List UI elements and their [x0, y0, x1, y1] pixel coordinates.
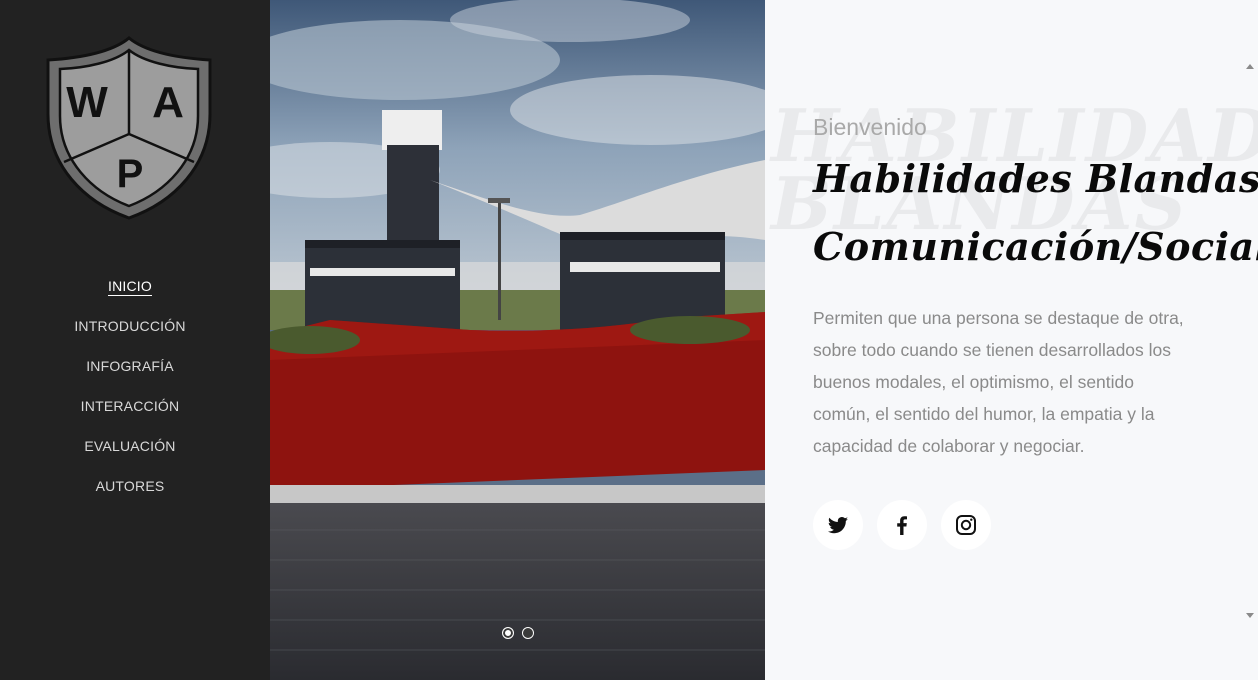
- nav-item-inicio: INICIO: [0, 270, 260, 310]
- nav-item-introduccion: INTRODUCCIÓN: [0, 310, 260, 350]
- page-title-line-2: Comunicación/Social: [813, 224, 1258, 269]
- twitter-icon: [827, 517, 848, 534]
- nav-item-autores: AUTORES: [0, 470, 260, 510]
- hero-content: HABILIDADES BLANDAS Bienvenido Habilidad…: [765, 0, 1258, 680]
- hero-description: Permiten que una persona se destaque de …: [813, 307, 1184, 456]
- slider-dots: [270, 627, 765, 639]
- instagram-button[interactable]: [941, 500, 991, 550]
- welcome-text: Bienvenido: [813, 114, 927, 140]
- nav-link-evaluacion[interactable]: EVALUACIÓN: [84, 430, 175, 462]
- scrollbar[interactable]: [1242, 58, 1258, 624]
- slider-dot-2[interactable]: [521, 627, 534, 639]
- nav-link-interaccion[interactable]: INTERACCIÓN: [81, 390, 180, 422]
- main-nav: INICIO INTRODUCCIÓN INFOGRAFÍA INTERACCI…: [0, 270, 260, 510]
- nav-item-evaluacion: EVALUACIÓN: [0, 430, 260, 470]
- logo-letter-a: A: [152, 78, 184, 127]
- scroll-down-arrow-icon[interactable]: [1246, 613, 1254, 618]
- slider-dot-1[interactable]: [501, 627, 514, 639]
- nav-link-autores[interactable]: AUTORES: [96, 470, 165, 502]
- nav-item-interaccion: INTERACCIÓN: [0, 390, 260, 430]
- page: W A P INICIO INTRODUCCIÓN INFOGRAFÍA INT…: [0, 0, 1258, 680]
- hero-photo: [270, 0, 765, 680]
- nav-link-introduccion[interactable]: INTRODUCCIÓN: [74, 310, 185, 342]
- nav-item-infografia: INFOGRAFÍA: [0, 350, 260, 390]
- twitter-button[interactable]: [813, 500, 863, 550]
- nav-link-inicio[interactable]: INICIO: [108, 270, 152, 302]
- logo-letter-w: W: [66, 78, 108, 127]
- instagram-icon: [956, 515, 976, 535]
- logo-letter-p: P: [117, 152, 144, 196]
- nav-link-infografia[interactable]: INFOGRAFÍA: [86, 350, 174, 382]
- shield-logo-graphic: W A P: [46, 36, 212, 220]
- hero-slider: [270, 0, 765, 680]
- sidebar: W A P INICIO INTRODUCCIÓN INFOGRAFÍA INT…: [0, 0, 270, 680]
- page-title-line-1: Habilidades Blandas: [813, 156, 1258, 201]
- social-links: [813, 500, 991, 550]
- scroll-up-arrow-icon[interactable]: [1246, 64, 1254, 69]
- wap-shield-logo[interactable]: W A P: [40, 34, 218, 222]
- facebook-icon: [897, 516, 907, 535]
- facebook-button[interactable]: [877, 500, 927, 550]
